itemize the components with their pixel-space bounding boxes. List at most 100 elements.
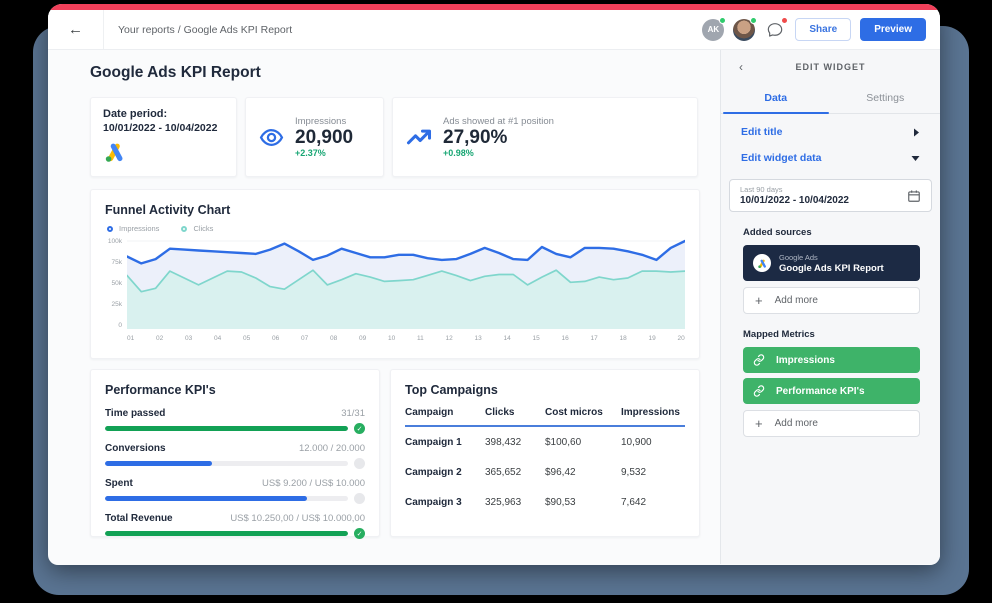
- chat-button[interactable]: [764, 19, 786, 41]
- add-metric-button[interactable]: + Add more: [743, 410, 920, 437]
- preview-button[interactable]: Preview: [860, 18, 926, 41]
- share-button[interactable]: Share: [795, 18, 851, 41]
- table-cell: 10,900: [621, 437, 687, 448]
- edit-title-label: Edit title: [741, 126, 782, 138]
- edit-widget-header: ‹ EDIT WIDGET: [721, 50, 940, 84]
- table-cell: $90,53: [545, 497, 621, 508]
- google-ads-logo-icon: [753, 254, 771, 272]
- date-preset-label: Last 90 days: [740, 185, 849, 194]
- performance-kpi-card[interactable]: Performance KPI's Time passed31/31✓Conve…: [90, 369, 380, 537]
- impressions-value: 20,900: [295, 127, 353, 149]
- x-tick: 01: [127, 335, 134, 342]
- x-tick: 15: [533, 335, 540, 342]
- progress-fill: [105, 426, 348, 431]
- x-tick: 08: [330, 335, 337, 342]
- y-tick: 25k: [112, 302, 122, 309]
- link-icon: [753, 385, 765, 397]
- position-delta: +0.98%: [443, 148, 554, 158]
- top-campaigns-card[interactable]: Top Campaigns CampaignClicksCost microsI…: [390, 369, 700, 537]
- mapped-metric-performance-kpi-s[interactable]: Performance KPI's: [743, 378, 920, 404]
- avatar-photo[interactable]: [733, 19, 755, 41]
- add-more-label: Add more: [775, 418, 818, 429]
- tab-data[interactable]: Data: [721, 84, 831, 113]
- edit-widget-data-row[interactable]: Edit widget data: [721, 140, 940, 166]
- add-source-button[interactable]: + Add more: [743, 287, 920, 314]
- add-more-label: Add more: [775, 295, 818, 306]
- panel-tabs: DataSettings: [721, 84, 940, 114]
- impressions-delta: +2.37%: [295, 148, 353, 158]
- avatar-ak[interactable]: AK: [702, 19, 724, 41]
- kpi-label: Conversions: [105, 443, 166, 454]
- edit-widget-data-label: Edit widget data: [741, 152, 822, 164]
- table-cell: 9,532: [621, 467, 687, 478]
- date-period-label: Date period:: [103, 108, 224, 120]
- online-status-dot: [750, 17, 757, 24]
- legend-item-impressions[interactable]: Impressions: [107, 224, 159, 233]
- x-tick: 10: [388, 335, 395, 342]
- tab-settings[interactable]: Settings: [831, 84, 941, 113]
- x-tick: 06: [272, 335, 279, 342]
- progress-track: [105, 461, 348, 466]
- progress-fill: [105, 496, 307, 501]
- x-tick: 04: [214, 335, 221, 342]
- check-circle-icon: ✓: [354, 423, 365, 434]
- table-cell: 7,642: [621, 497, 687, 508]
- legend-item-clicks[interactable]: Clicks: [181, 224, 213, 233]
- y-tick: 75k: [112, 260, 122, 267]
- kpi-label: Time passed: [105, 408, 165, 419]
- impressions-card[interactable]: Impressions 20,900 +2.37%: [245, 97, 384, 177]
- kpi-value: 12.000 / 20.000: [299, 443, 365, 454]
- funnel-chart-card[interactable]: Funnel Activity Chart ImpressionsClicks …: [90, 189, 700, 359]
- kpi-value: 31/31: [341, 408, 365, 419]
- x-tick: 03: [185, 335, 192, 342]
- date-period-range: 10/01/2022 - 10/04/2022: [103, 122, 224, 134]
- kpi-progress-row: Total RevenueUS$ 10.250,00 / US$ 10.000,…: [105, 513, 365, 539]
- breadcrumb[interactable]: Your reports / Google Ads KPI Report: [118, 24, 292, 36]
- impressions-label: Impressions: [295, 116, 353, 127]
- topbar-actions: AK Share Preview: [702, 18, 926, 41]
- performance-rows: Time passed 31/31 ✓ Conversions 12.000 / 20.…: [105, 408, 365, 539]
- funnel-line-chart: [127, 239, 685, 329]
- x-tick: 11: [417, 335, 424, 342]
- table-row: Campaign 3325,963$90,537,642: [405, 487, 685, 517]
- legend-label: Impressions: [119, 224, 159, 233]
- eye-icon: [258, 124, 285, 151]
- edit-widget-panel: ‹ EDIT WIDGET DataSettings Edit title Ed…: [720, 50, 940, 564]
- x-tick: 17: [591, 335, 598, 342]
- legend-dot-icon: [107, 226, 113, 232]
- x-tick: 13: [475, 335, 482, 342]
- x-tick: 14: [504, 335, 511, 342]
- y-axis-ticks: 100k75k50k25k0: [105, 239, 127, 329]
- date-period-card[interactable]: Date period: 10/01/2022 - 10/04/2022: [90, 97, 237, 177]
- panel-back-chevron-icon[interactable]: ‹: [739, 60, 743, 74]
- table-cell: 398,432: [485, 437, 545, 448]
- kpi-label: Spent: [105, 478, 133, 489]
- x-tick: 07: [301, 335, 308, 342]
- x-tick: 19: [649, 335, 656, 342]
- x-tick: 02: [156, 335, 163, 342]
- bottom-widgets-row: Performance KPI's Time passed31/31✓Conve…: [90, 369, 700, 537]
- position-card[interactable]: Ads showed at #1 position 27,90% +0.98%: [392, 97, 698, 177]
- campaigns-table: CampaignClicksCost microsImpressions Cam…: [405, 407, 685, 517]
- x-tick: 09: [359, 335, 366, 342]
- source-card-google-ads[interactable]: Google Ads Google Ads KPI Report: [743, 245, 920, 281]
- legend-dot-icon: [181, 226, 187, 232]
- edit-title-row[interactable]: Edit title: [721, 114, 940, 140]
- date-range-value: 10/01/2022 - 10/04/2022: [740, 195, 849, 206]
- back-button[interactable]: ←: [48, 10, 104, 49]
- x-tick: 16: [562, 335, 569, 342]
- column-header: Campaign: [405, 407, 485, 418]
- x-tick: 12: [446, 335, 453, 342]
- table-cell: $100,60: [545, 437, 621, 448]
- google-ads-logo-icon: [103, 140, 127, 164]
- mapped-metric-impressions[interactable]: Impressions: [743, 347, 920, 373]
- chart-plot: 100k75k50k25k0: [105, 239, 685, 329]
- progress-fill: [105, 531, 348, 536]
- table-cell: Campaign 2: [405, 467, 485, 478]
- calendar-icon: [907, 189, 921, 203]
- date-range-field[interactable]: Last 90 days 10/01/2022 - 10/04/2022: [729, 179, 932, 212]
- table-row: Campaign 1398,432$100,6010,900: [405, 427, 685, 457]
- trending-up-icon: [405, 123, 433, 151]
- online-status-dot: [719, 17, 726, 24]
- legend-label: Clicks: [193, 224, 213, 233]
